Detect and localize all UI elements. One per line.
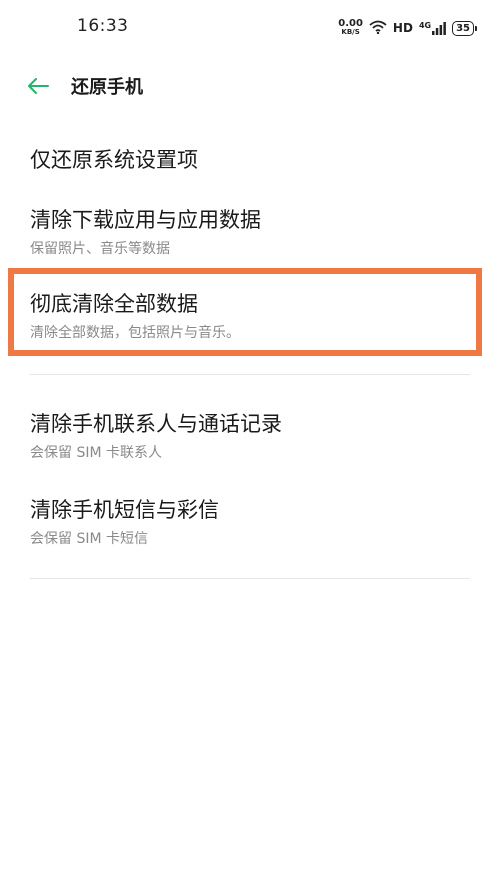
option-restore-system-settings[interactable]: 仅还原系统设置项 (0, 130, 500, 186)
page-title: 还原手机 (71, 77, 143, 98)
app-header: 还原手机 (0, 64, 500, 110)
option-clear-contacts-and-calls[interactable]: 清除手机联系人与通话记录 会保留 SIM 卡联系人 (0, 396, 500, 468)
option-subtitle: 保留照片、音乐等数据 (30, 241, 170, 257)
status-icons: 0.00 KB/S HD 4G 35 (338, 18, 477, 38)
option-title: 清除手机短信与彩信 (30, 498, 219, 522)
hd-indicator: HD (392, 21, 413, 35)
status-time: 16:33 (77, 16, 129, 36)
option-subtitle: 会保留 SIM 卡短信 (30, 531, 148, 547)
option-title: 彻底清除全部数据 (30, 292, 198, 316)
network-speed-value: 0.00 (338, 18, 363, 29)
option-erase-all-data[interactable]: 彻底清除全部数据 清除全部数据，包括照片与音乐。 (0, 274, 500, 350)
option-title: 清除手机联系人与通话记录 (30, 412, 282, 436)
network-speed-unit: KB/S (341, 28, 360, 36)
back-button[interactable] (22, 72, 54, 100)
option-clear-sms-mms[interactable]: 清除手机短信与彩信 会保留 SIM 卡短信 (0, 482, 500, 554)
option-title: 仅还原系统设置项 (30, 148, 198, 172)
option-subtitle: 清除全部数据，包括照片与音乐。 (30, 325, 240, 341)
cellular-signal-icon: 4G (418, 20, 446, 35)
battery-level: 35 (456, 22, 470, 34)
battery-icon: 35 (452, 20, 477, 36)
wifi-icon (369, 19, 387, 38)
option-title: 清除下载应用与应用数据 (30, 208, 261, 232)
network-type-label: 4G (418, 20, 432, 30)
arrow-left-icon (28, 78, 49, 94)
status-bar: 16:33 0.00 KB/S HD 4G 35 (0, 0, 500, 56)
option-clear-downloaded-apps[interactable]: 清除下载应用与应用数据 保留照片、音乐等数据 (0, 192, 500, 264)
option-subtitle: 会保留 SIM 卡联系人 (30, 445, 162, 461)
section-divider (30, 374, 470, 375)
network-speed: 0.00 KB/S (338, 18, 363, 37)
section-divider (30, 578, 470, 579)
